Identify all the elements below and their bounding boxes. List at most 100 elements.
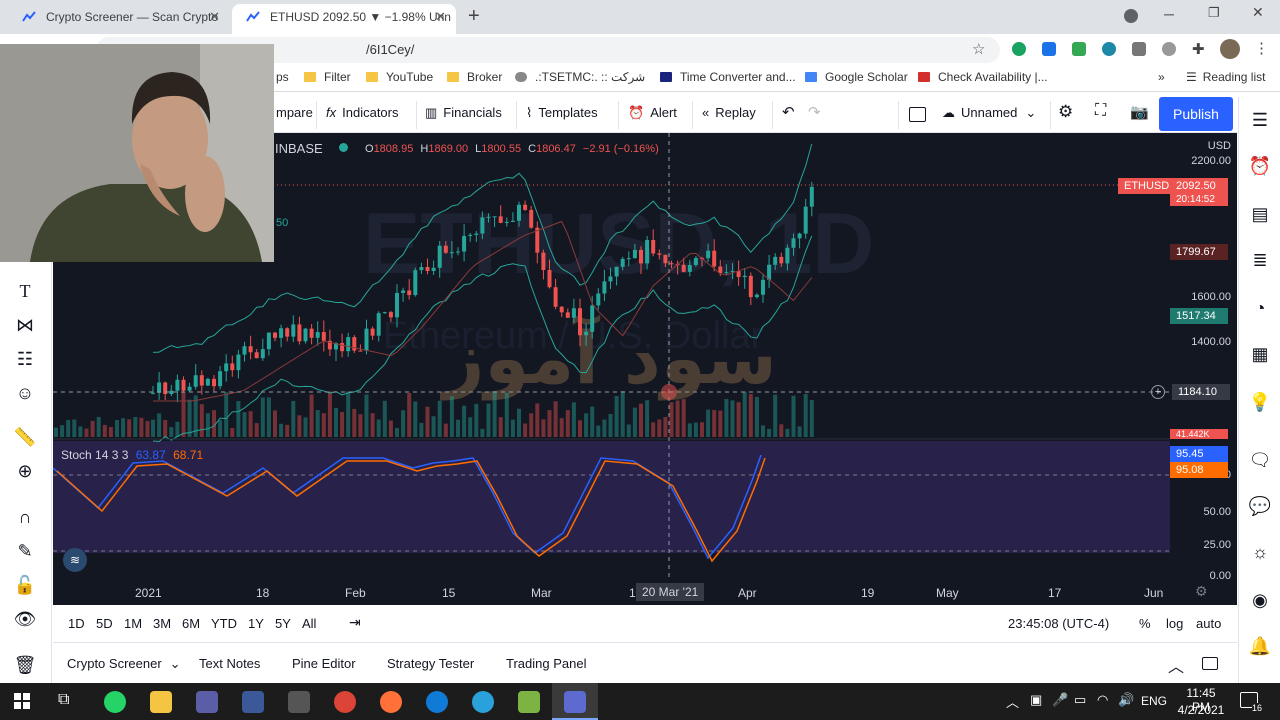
percent-scale-toggle[interactable]: % xyxy=(1139,616,1151,631)
pencil-lock-icon[interactable]: ✎ xyxy=(13,539,37,563)
tab-text-notes[interactable]: Text Notes xyxy=(199,656,260,671)
bookmark-tsetmc[interactable]: .:TSETMC:. :: شرکت xyxy=(515,70,645,84)
prediction-tool-icon[interactable]: ☷ xyxy=(13,347,37,371)
zoom-in-icon[interactable]: ⊕ xyxy=(13,459,37,483)
volume-icon[interactable]: 🔊 xyxy=(1118,692,1134,708)
extension-icon[interactable] xyxy=(1132,42,1146,56)
notifications-icon[interactable]: 🔔 xyxy=(1247,633,1273,659)
time-scale[interactable]: 2021 18 Feb 15 Mar 1 Apr 19 May 17 Jun 2… xyxy=(53,580,1237,605)
select-layout-icon[interactable] xyxy=(909,107,926,122)
templates-button[interactable]: ⌇ Templates xyxy=(526,105,598,121)
replay-button[interactable]: « Replay xyxy=(702,105,756,120)
avatar[interactable] xyxy=(1220,39,1240,59)
timezone-clock[interactable]: 23:45:08 (UTC-4) xyxy=(1008,616,1109,631)
tab-strategy-tester[interactable]: Strategy Tester xyxy=(387,656,474,671)
taskbar-date[interactable]: 4/2/2021 xyxy=(1176,703,1226,717)
profile-menu-icon[interactable] xyxy=(1124,9,1138,23)
wifi-icon[interactable]: ◠ xyxy=(1097,692,1108,708)
news-icon[interactable]: ▤ xyxy=(1247,201,1273,227)
ideas-icon[interactable]: 💡 xyxy=(1247,389,1273,415)
star-icon[interactable]: ☆ xyxy=(972,40,985,58)
calendar-icon[interactable]: ▦ xyxy=(1247,341,1273,367)
lock-icon[interactable]: 🔓 xyxy=(13,573,37,597)
tab-crypto-screener[interactable]: Crypto Screener — Scan Crypto ✕ xyxy=(8,4,230,34)
tab-pine-editor[interactable]: Pine Editor xyxy=(292,656,356,671)
gear-icon[interactable]: ⚙ xyxy=(1195,583,1208,600)
messages-icon[interactable]: 💬 xyxy=(1247,493,1273,519)
redo-icon[interactable]: ↷ xyxy=(808,103,821,121)
recorder-icon[interactable] xyxy=(564,691,586,713)
extension-icon[interactable] xyxy=(1102,42,1116,56)
maximize-panel-icon[interactable] xyxy=(1202,657,1218,670)
minimize-icon[interactable]: ─ xyxy=(1164,6,1174,22)
bookmark-google-scholar[interactable]: Google Scholar xyxy=(805,70,908,84)
tab-crypto-screener-panel[interactable]: Crypto Screener ⌄ xyxy=(67,656,181,672)
emoji-icon[interactable]: ☺ xyxy=(13,381,37,405)
currency-label[interactable]: USD xyxy=(1208,140,1231,152)
eye-icon[interactable]: 👁 xyxy=(13,607,37,631)
watchlist-icon[interactable]: ☰ xyxy=(1247,107,1273,133)
pattern-tool-icon[interactable]: ⋈ xyxy=(13,313,37,337)
range-ytd[interactable]: YTD xyxy=(211,616,237,631)
calculator-icon[interactable] xyxy=(242,691,264,713)
whatsapp-icon[interactable] xyxy=(104,691,126,713)
ruler-icon[interactable]: 📏 xyxy=(13,425,37,449)
bookmark-check-availability[interactable]: Check Availability |... xyxy=(918,70,1048,84)
range-all[interactable]: All xyxy=(302,616,316,631)
range-1y[interactable]: 1Y xyxy=(248,616,264,631)
android-icon[interactable] xyxy=(518,691,540,713)
edge-icon[interactable] xyxy=(426,691,448,713)
text-tool-icon[interactable]: T xyxy=(13,279,37,303)
close-window-icon[interactable]: ✕ xyxy=(1252,4,1264,21)
range-1d[interactable]: 1D xyxy=(68,616,85,631)
range-3m[interactable]: 3M xyxy=(153,616,171,631)
magnet-icon[interactable]: ∩ xyxy=(13,505,37,529)
close-icon[interactable]: ✕ xyxy=(209,4,220,30)
symbol-exchange[interactable]: INBASE xyxy=(275,141,323,156)
bookmark-youtube[interactable]: YouTube xyxy=(366,70,433,84)
mail-icon[interactable] xyxy=(196,691,218,713)
range-5y[interactable]: 5Y xyxy=(275,616,291,631)
url-text[interactable]: /6I1Cey/ xyxy=(366,42,414,57)
tradingview-logo-icon[interactable]: ≋ xyxy=(63,548,87,572)
goto-date-icon[interactable]: ⇥ xyxy=(349,614,361,631)
new-tab-icon[interactable]: + xyxy=(468,5,480,28)
auto-scale-toggle[interactable]: auto xyxy=(1196,616,1221,631)
indicators-button[interactable]: fx Indicators xyxy=(326,105,399,120)
range-1m[interactable]: 1M xyxy=(124,616,142,631)
restore-icon[interactable]: ❐ xyxy=(1208,5,1220,21)
chevron-up-icon[interactable]: ︿ xyxy=(1006,692,1019,711)
grammarly-icon[interactable] xyxy=(1012,42,1026,56)
task-view-icon[interactable]: ⧉ xyxy=(58,691,69,709)
idea-stream-icon[interactable]: ☼ xyxy=(1247,539,1273,565)
battery-icon[interactable]: ▭ xyxy=(1074,692,1086,708)
chevron-right-icon[interactable]: » xyxy=(1158,70,1165,84)
tab-ethusd[interactable]: ETHUSD 2092.50 ▼ −1.98% Unn ✕ xyxy=(232,4,456,34)
chevron-up-icon[interactable]: ︿ xyxy=(1168,653,1184,677)
add-alert-icon[interactable]: + xyxy=(1151,385,1165,399)
stoch-legend[interactable]: Stoch 14 3 3 63.87 68.71 xyxy=(61,448,203,462)
puzzle-icon[interactable]: ✚ xyxy=(1192,40,1205,58)
hotlist-icon[interactable]: ◔ xyxy=(1247,295,1273,321)
gear-icon[interactable]: ⚙ xyxy=(1058,102,1073,122)
financials-button[interactable]: ▥ Financials xyxy=(425,105,502,121)
tray-icon[interactable]: ▣ xyxy=(1030,692,1042,708)
file-explorer-icon[interactable] xyxy=(150,691,172,713)
reading-list[interactable]: ☰ Reading list xyxy=(1186,70,1265,84)
range-5d[interactable]: 5D xyxy=(96,616,113,631)
firefox-icon[interactable] xyxy=(380,691,402,713)
bookmark-broker[interactable]: Broker xyxy=(447,70,502,84)
undo-icon[interactable]: ↶ xyxy=(782,103,795,121)
market-status-icon[interactable] xyxy=(339,143,348,152)
alert-button[interactable]: ⏰ Alert xyxy=(628,105,677,121)
telegram-icon[interactable] xyxy=(472,691,494,713)
publish-button[interactable]: Publish xyxy=(1159,97,1233,131)
range-6m[interactable]: 6M xyxy=(182,616,200,631)
bookmark-filter[interactable]: Filter xyxy=(304,70,351,84)
close-icon[interactable]: ✕ xyxy=(435,4,446,30)
microphone-icon[interactable]: 🎤 xyxy=(1052,692,1068,708)
data-window-icon[interactable]: ≣ xyxy=(1247,247,1273,273)
alerts-icon[interactable]: ⏰ xyxy=(1247,153,1273,179)
bookmark-time-converter[interactable]: Time Converter and... xyxy=(660,70,796,84)
bookmark[interactable]: ps xyxy=(276,70,289,84)
